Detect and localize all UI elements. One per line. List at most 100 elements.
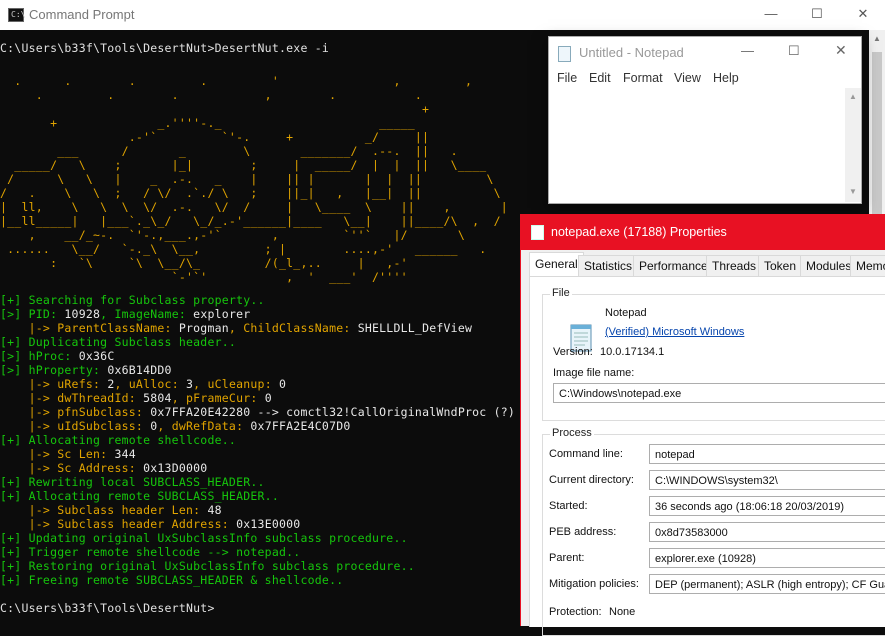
tab-threads[interactable]: Threads: [706, 255, 763, 276]
log-segment: 5804: [143, 391, 172, 405]
log-line: |-> pfnSubclass: 0x7FFA20E42280 --> comc…: [0, 405, 515, 419]
properties-titlebar[interactable]: notepad.exe (17188) Properties: [521, 214, 885, 250]
parent-label: Parent:: [549, 552, 585, 564]
tab-general[interactable]: General: [529, 252, 584, 277]
log-segment: |-> dwThreadId:: [0, 391, 144, 405]
log-line: [+] Searching for Subclass property..: [0, 293, 515, 307]
tab-performance[interactable]: Performance: [633, 255, 714, 276]
protection-label: Protection:: [549, 606, 602, 618]
log-segment: [+] Duplicating Subclass header..: [0, 335, 237, 349]
document-icon: [531, 225, 544, 240]
log-line: [+] Allocating remote shellcode..: [0, 433, 515, 447]
log-line: [+] Restoring original UxSubclassInfo su…: [0, 559, 515, 573]
log-segment: SHELLDLL_DefView: [357, 321, 473, 335]
image-file-label: Image file name:: [553, 367, 635, 379]
ascii-art-banner: . . . . ' , , . . . , . . + + _.''''-._ …: [0, 74, 508, 284]
notepad-titlebar[interactable]: Untitled - Notepad — ☐ ✕: [549, 37, 861, 68]
protection-value: None: [609, 606, 636, 618]
scroll-up-arrow-icon[interactable]: ▲: [849, 92, 857, 101]
notepad-minimize-button[interactable]: —: [741, 43, 754, 58]
menu-edit[interactable]: Edit: [589, 71, 611, 85]
log-output: [+] Searching for Subclass property.. [>]…: [0, 293, 515, 587]
notepad-icon: [558, 46, 571, 62]
log-segment: 0x13D0000: [143, 461, 208, 475]
log-line: [+] Freeing remote SUBCLASS_HEADER & she…: [0, 573, 515, 587]
log-segment: 0: [279, 377, 287, 391]
cmd-title: Command Prompt: [29, 7, 135, 22]
mitigation-policies-field[interactable]: DEP (permanent); ASLR (high entropy); CF…: [649, 574, 885, 594]
notepad-text-area[interactable]: [549, 88, 845, 202]
menu-help[interactable]: Help: [713, 71, 739, 85]
log-segment: , ImageName:: [100, 307, 194, 321]
log-line: [>] hProc: 0x36C: [0, 349, 515, 363]
properties-dialog[interactable]: notepad.exe (17188) Properties General S…: [520, 214, 885, 636]
log-segment: |-> uIdSubclass:: [0, 419, 151, 433]
log-segment: Progman: [178, 321, 229, 335]
log-segment: [+] Freeing remote SUBCLASS_HEADER & she…: [0, 573, 344, 587]
log-segment: , uCleanup:: [193, 377, 280, 391]
menu-format[interactable]: Format: [623, 71, 663, 85]
log-line: |-> Sc Address: 0x13D0000: [0, 461, 515, 475]
log-line: [+] Duplicating Subclass header..: [0, 335, 515, 349]
log-segment: 0x7FFA2E4C07D0: [250, 419, 351, 433]
log-segment: 344: [114, 447, 136, 461]
tab-token[interactable]: Token: [758, 255, 803, 276]
log-segment: |-> Sc Address:: [0, 461, 144, 475]
started-field[interactable]: 36 seconds ago (18:06:18 20/03/2019): [649, 496, 885, 516]
menu-file[interactable]: File: [557, 71, 577, 85]
verified-publisher-link[interactable]: (Verified) Microsoft Windows: [605, 326, 744, 338]
tab-memory[interactable]: Memory: [850, 255, 885, 276]
menu-view[interactable]: View: [674, 71, 701, 85]
log-segment: 0x13E0000: [236, 517, 301, 531]
notepad-close-button[interactable]: ✕: [835, 42, 847, 59]
version-value: 10.0.17134.1: [600, 346, 665, 358]
notepad-maximize-button[interactable]: ☐: [788, 43, 800, 59]
maximize-button[interactable]: ☐: [794, 0, 840, 30]
image-file-field[interactable]: C:\Windows\notepad.exe: [553, 383, 885, 403]
log-segment: |-> uRefs:: [0, 377, 108, 391]
cmd-titlebar[interactable]: C:\ Command Prompt — ☐ ✕: [0, 0, 885, 30]
log-segment: [+] Searching for Subclass property..: [0, 293, 265, 307]
command-line-field[interactable]: notepad: [649, 444, 885, 464]
log-line: [+] Updating original UxSubclassInfo sub…: [0, 531, 515, 545]
log-segment: 10928: [64, 307, 101, 321]
peb-address-field[interactable]: 0x8d73583000: [649, 522, 885, 542]
mitigation-policies-label: Mitigation policies:: [549, 578, 639, 590]
properties-title: notepad.exe (17188) Properties: [551, 225, 727, 239]
log-line: [+] Rewriting local SUBCLASS_HEADER..: [0, 475, 515, 489]
log-segment: [+] Trigger remote shellcode --> notepad…: [0, 545, 301, 559]
tab-modules[interactable]: Modules: [800, 255, 858, 276]
log-segment: 48: [207, 503, 222, 517]
log-segment: |-> Sc Len:: [0, 447, 115, 461]
close-button[interactable]: ✕: [840, 0, 885, 30]
log-segment: [>] PID:: [0, 307, 65, 321]
process-group-label: Process: [550, 427, 594, 439]
minimize-button[interactable]: —: [748, 0, 794, 30]
current-directory-field[interactable]: C:\WINDOWS\system32\: [649, 470, 885, 490]
log-line: [>] hProperty: 0x6B14DD0: [0, 363, 515, 377]
log-segment: [+] Updating original UxSubclassInfo sub…: [0, 531, 408, 545]
log-segment: explorer: [193, 307, 251, 321]
log-segment: 0: [264, 391, 272, 405]
scroll-down-arrow-icon[interactable]: ▼: [849, 187, 857, 196]
parent-field[interactable]: explorer.exe (10928): [649, 548, 885, 568]
tab-statistics[interactable]: Statistics: [578, 255, 639, 276]
file-group-label: File: [550, 287, 572, 299]
log-segment: , uAlloc:: [114, 377, 187, 391]
log-segment: [>] hProc:: [0, 349, 79, 363]
log-segment: [+] Allocating remote shellcode..: [0, 433, 237, 447]
log-segment: 0x7FFA20E42280 --> comctl32!CallOriginal…: [150, 405, 516, 419]
notepad-scrollbar[interactable]: ▲ ▼: [845, 88, 861, 202]
log-segment: |-> Subclass header Address:: [0, 517, 237, 531]
current-directory-label: Current directory:: [549, 474, 634, 486]
peb-address-label: PEB address:: [549, 526, 617, 538]
version-label: Version:: [553, 346, 593, 358]
command-line-label: Command line:: [549, 448, 623, 460]
scroll-up-arrow-icon[interactable]: ▲: [873, 34, 881, 43]
log-line: |-> Subclass header Len: 48: [0, 503, 515, 517]
notepad-menubar: File Edit Format View Help: [549, 68, 861, 88]
log-segment: 0x36C: [78, 349, 115, 363]
notepad-window[interactable]: Untitled - Notepad — ☐ ✕ File Edit Forma…: [548, 36, 862, 204]
final-prompt[interactable]: C:\Users\b33f\Tools\DesertNut>: [0, 601, 215, 615]
file-group: File Notepad (Verified) Microsoft Window…: [542, 287, 885, 421]
